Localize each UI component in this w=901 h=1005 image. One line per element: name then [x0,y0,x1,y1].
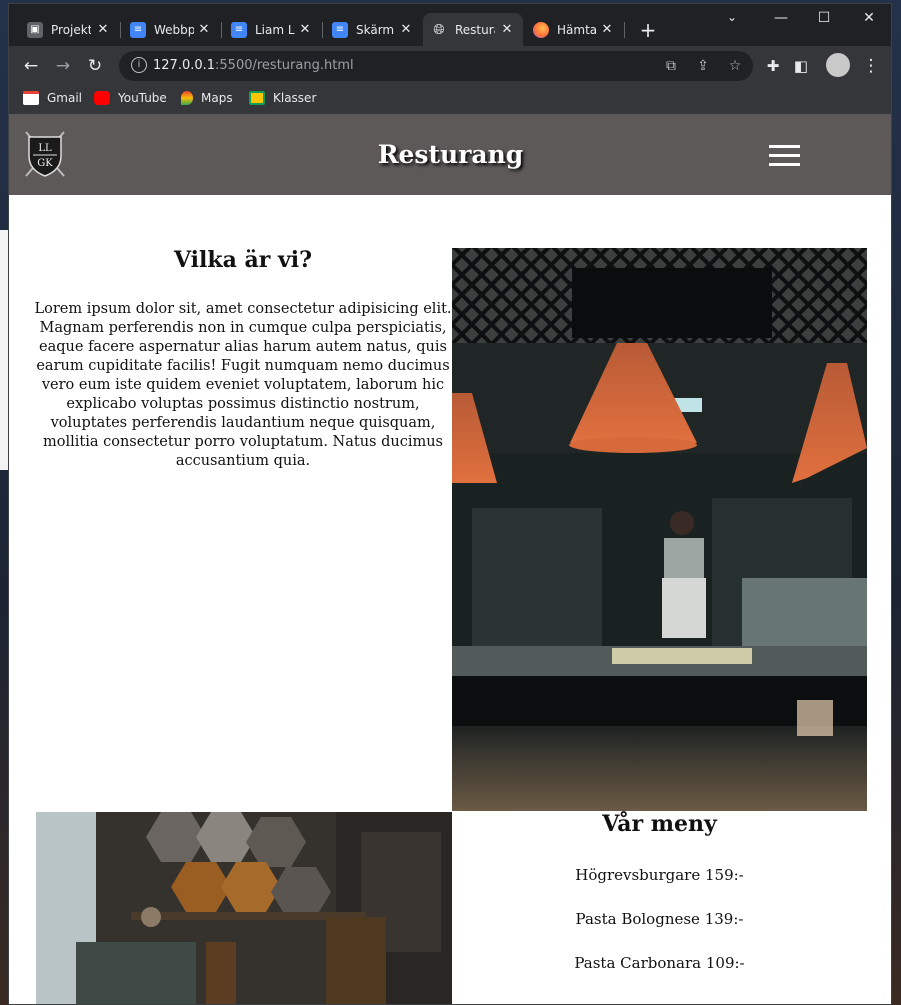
bookmark-label: Klasser [273,91,317,105]
globe-icon: 🌐︎ [433,21,445,38]
page-viewport: LL GK Resturang Vilka är vi? Lorem ipsum… [9,114,891,1004]
bookmark-klasser[interactable]: Klasser [249,91,316,105]
bookmark-youtube[interactable]: YouTube [94,91,167,105]
tab-label: Hämta [557,22,597,37]
classroom-icon [249,91,265,105]
about-heading: Vilka är vi? [173,247,313,273]
back-icon[interactable]: ← [19,54,43,78]
address-bar[interactable]: i 127.0.0.1:5500/resturang.html ⧉ ⇪ ☆ [119,51,753,81]
tab-label: Projekt [51,22,91,37]
new-tab-button[interactable]: + [637,18,659,42]
tab-liam[interactable]: ≡ Liam L ✕ [223,13,321,46]
share-icon[interactable]: ⇪ [693,56,713,76]
site-header: LL GK Resturang [9,114,891,195]
tab-label: Skärm [356,22,395,37]
tab-webbp[interactable]: ≡ Webbp ✕ [122,13,220,46]
menu-item: Pasta Carbonara 109:- [574,954,745,972]
tab-separator [221,22,222,38]
bookmark-star-icon[interactable]: ☆ [725,56,745,76]
close-window-button[interactable]: ✕ [854,10,884,26]
tab-resturang[interactable]: 🌐︎ Restura ✕ [423,13,523,46]
menu-item: Högrevsburgare 159:- [575,866,744,884]
bookmark-label: Gmail [47,91,83,105]
classroom-icon: ▣ [27,21,43,38]
menu-item: Pasta Bolognese 139:- [575,910,744,928]
hamburger-line [769,154,800,157]
close-icon[interactable]: ✕ [398,22,414,37]
browser-toolbar: ← → ↻ i 127.0.0.1:5500/resturang.html ⧉ … [9,46,891,86]
hamburger-line [769,163,800,166]
maps-icon [181,91,193,105]
avatar[interactable] [826,53,850,77]
docs-icon: ≡ [332,21,348,38]
kitchen-photo-illustration [452,248,867,811]
about-text: Lorem ipsum dolor sit, amet consectetur … [34,301,452,469]
tab-separator [120,22,121,38]
firefox-icon [533,21,549,38]
url-text[interactable]: 127.0.0.1:5500/resturang.html [153,58,354,73]
cafe-photo-illustration [36,812,452,1004]
minimize-button[interactable]: — [766,10,796,26]
close-icon[interactable]: ✕ [297,22,313,37]
info-icon[interactable]: i [131,57,147,73]
bookmark-gmail[interactable]: Gmail [23,91,82,105]
tab-label: Restura [455,22,495,37]
tab-search-icon[interactable]: ⌄ [717,10,747,24]
bookmark-label: YouTube [118,91,167,105]
close-icon[interactable]: ✕ [95,22,111,37]
tab-projekt[interactable]: ▣ Projekt ✕ [19,13,119,46]
url-path: :5500/resturang.html [215,58,354,73]
tab-label: Webbp [154,22,194,37]
tab-label: Liam L [255,22,295,37]
tab-strip: ▣ Projekt ✕ ≡ Webbp ✕ ≡ Liam L ✕ ≡ Skärm… [9,4,891,46]
extensions-icon[interactable]: ✚ [761,54,785,78]
bookmark-maps[interactable]: Maps [181,91,233,105]
forward-icon[interactable]: → [51,54,75,78]
docs-icon: ≡ [130,21,146,38]
docs-icon: ≡ [231,21,247,38]
tab-skarm[interactable]: ≡ Skärm ✕ [324,13,422,46]
menu-dots-icon[interactable]: ⋮ [859,54,883,78]
url-host: 127.0.0.1 [153,58,216,73]
tab-separator [624,22,625,38]
translate-icon[interactable]: ⧉ [661,56,681,76]
maximize-button[interactable]: ☐ [809,10,839,26]
tab-hamta[interactable]: Hämta ✕ [525,13,623,46]
close-icon[interactable]: ✕ [196,22,212,37]
menu-heading: Vår meny [602,811,717,837]
hamburger-line [769,145,800,148]
close-icon[interactable]: ✕ [599,22,615,37]
youtube-icon [94,91,110,105]
bookmark-label: Maps [201,91,233,105]
tab-separator [322,22,323,38]
reload-icon[interactable]: ↻ [83,54,107,78]
cafe-photo [36,812,452,1004]
browser-window: ▣ Projekt ✕ ≡ Webbp ✕ ≡ Liam L ✕ ≡ Skärm… [8,3,892,1005]
gmail-icon [23,91,39,105]
kitchen-photo [452,248,867,811]
hamburger-menu-icon[interactable] [769,145,800,167]
side-panel-icon[interactable]: ◧ [789,54,813,78]
bookmarks-bar: Gmail YouTube Maps Klasser [9,86,891,114]
site-title: Resturang [377,140,524,169]
close-icon[interactable]: ✕ [499,22,515,37]
